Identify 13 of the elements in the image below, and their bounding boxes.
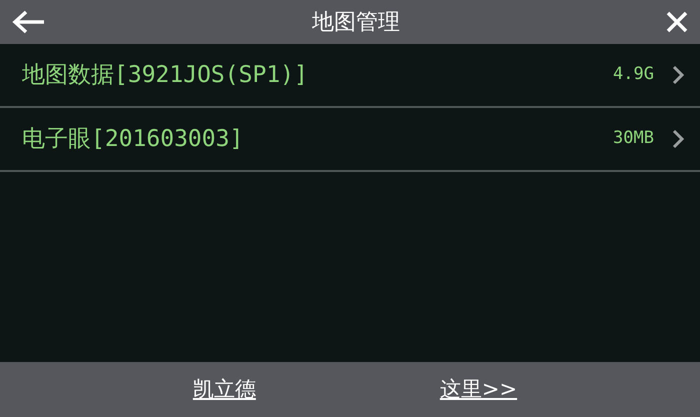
list-item[interactable]: 电子眼[201603003] 30MB: [0, 108, 700, 172]
window-title: 地图管理: [312, 8, 400, 36]
footer-link[interactable]: 这里>>: [440, 374, 518, 406]
item-name: 地图数据[3921JOS(SP1)]: [22, 60, 309, 90]
chevron-icon: [672, 65, 684, 85]
back-icon[interactable]: [12, 10, 46, 34]
item-size: 4.9G: [613, 63, 654, 86]
item-size: 30MB: [613, 127, 654, 150]
chevron-icon: [672, 129, 684, 149]
item-name: 电子眼[201603003]: [22, 124, 244, 154]
close-icon[interactable]: [666, 11, 688, 33]
list-item[interactable]: 地图数据[3921JOS(SP1)] 4.9G: [0, 44, 700, 108]
footer-link[interactable]: 凯立德: [192, 374, 256, 406]
